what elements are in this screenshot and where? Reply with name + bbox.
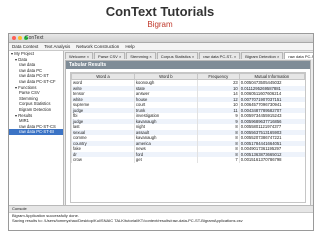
table-cell: 7 [196,157,240,163]
minimize-window-button[interactable] [18,36,22,40]
editor-tab[interactable]: Bigram Detection × [241,52,284,59]
tab-bar: Welcome × Parse CSV × Stemming × Corpus Sta… [65,52,313,59]
panel-header: Tabular Results [66,61,310,69]
menu-item[interactable]: Text Analysis [44,43,70,50]
editor-tab[interactable]: Corpus Statistics × [156,52,199,59]
title-bar: ConText [9,34,313,43]
project-tree: ▾ My Project ▾ Data raw data raw data PC raw… [9,51,64,205]
results-table-container[interactable]: Word a Word b Frequency Mutual Information … [70,72,306,203]
editor-tab[interactable]: Welcome × [65,52,94,59]
console-tab[interactable]: Console [9,206,313,213]
close-window-button[interactable] [12,36,16,40]
results-panel: Tabular Results Word a Word b Frequency Mut… [65,60,311,207]
table-row[interactable]: crow get 7 0.0015161370786798 [71,157,305,163]
table-cell: 0.0015161370786798 [238,157,305,163]
menu-bar: Data Context Text Analysis Network Constru… [9,43,313,51]
app-window: ConText Data Context Text Analysis Network… [8,33,314,231]
tree-item[interactable]: raw data PC-ST-BI [9,129,63,135]
table-cell: get [133,157,198,163]
slide-subtitle: Bigram [147,20,173,29]
editor-tab[interactable]: raw data PC-ST- × [199,52,241,59]
menu-item[interactable]: Network Construction [76,43,119,50]
menu-item[interactable]: Data Context [12,43,38,50]
console-line: Saving results to: /Users/tommyzhao/Desk… [12,218,243,223]
menu-item[interactable]: Help [125,43,134,50]
editor-tab[interactable]: Parse CSV × [94,52,126,59]
results-table: Word a Word b Frequency Mutual Information … [71,73,305,163]
window-title: ConText [25,35,44,41]
console-panel: Console Bigram Application successfully … [9,205,313,230]
slide-title: ConText Tutorials [105,4,215,19]
editor-tab[interactable]: Stemming × [126,52,156,59]
table-cell: crow [71,157,135,163]
editor-tab[interactable]: raw data PC-ST-BI × [284,52,313,59]
